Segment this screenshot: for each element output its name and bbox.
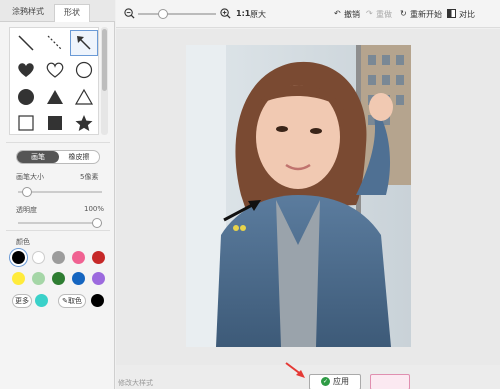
- tab-doodle-style[interactable]: 涂鸦样式: [4, 4, 52, 22]
- square-outline-shape-icon[interactable]: [12, 110, 40, 136]
- shape-grid: [9, 27, 99, 135]
- red-pointer-arrow-icon: [285, 362, 305, 378]
- opacity-value: 100%: [84, 205, 105, 213]
- arrow-shape-icon[interactable]: [70, 30, 98, 56]
- zoom-slider[interactable]: [138, 9, 216, 19]
- left-panel: 涂鸦样式 形状 画笔 橡皮擦 画笔大小 5像素 透明度 100% 颜色 更多 ✎…: [0, 0, 115, 389]
- shape-scrollbar[interactable]: [101, 27, 108, 135]
- color-swatch[interactable]: [35, 294, 48, 307]
- original-size-button[interactable]: 原大: [250, 9, 266, 20]
- divider: [6, 230, 110, 231]
- color-swatch[interactable]: [52, 272, 65, 285]
- color-swatch[interactable]: [12, 251, 25, 264]
- heart-filled-shape-icon[interactable]: [12, 57, 40, 83]
- zoom-in-icon[interactable]: [220, 8, 231, 19]
- restart-icon[interactable]: ↻: [400, 9, 407, 18]
- panel-tabs: 涂鸦样式 形状: [0, 0, 115, 22]
- heart-outline-shape-icon[interactable]: [41, 57, 69, 83]
- pen-mode-toggle[interactable]: 画笔 橡皮擦: [16, 150, 100, 164]
- cancel-button[interactable]: [370, 374, 410, 389]
- restart-button[interactable]: 重新开始: [410, 9, 442, 20]
- brush-size-slider-knob[interactable]: [22, 187, 32, 197]
- dashed-line-shape-icon[interactable]: [41, 30, 69, 56]
- color-label: 颜色: [16, 238, 30, 246]
- compare-icon[interactable]: [447, 9, 456, 18]
- redo-icon[interactable]: ↷: [366, 9, 373, 18]
- eraser-mode-button[interactable]: 橡皮擦: [59, 151, 99, 163]
- triangle-filled-shape-icon[interactable]: [41, 84, 69, 110]
- bottom-left-text: 修改大样式: [118, 379, 153, 387]
- compare-button[interactable]: 对比: [459, 9, 475, 20]
- circle-filled-shape-icon[interactable]: [12, 84, 40, 110]
- color-swatch[interactable]: [32, 272, 45, 285]
- color-swatch[interactable]: [52, 251, 65, 264]
- color-swatch[interactable]: [92, 272, 105, 285]
- triangle-outline-shape-icon[interactable]: [70, 84, 98, 110]
- opacity-slider-knob[interactable]: [92, 218, 102, 228]
- divider: [6, 142, 110, 143]
- undo-button[interactable]: 撤销: [344, 9, 360, 20]
- line-shape-icon[interactable]: [12, 30, 40, 56]
- star-filled-shape-icon[interactable]: [70, 110, 98, 136]
- color-swatch[interactable]: [92, 251, 105, 264]
- ratio-button[interactable]: 1:1: [236, 9, 250, 18]
- color-swatch[interactable]: [32, 251, 45, 264]
- color-swatch[interactable]: [72, 251, 85, 264]
- brush-size-value: 5像素: [80, 173, 99, 181]
- tab-shapes[interactable]: 形状: [54, 4, 90, 22]
- color-swatch[interactable]: [91, 294, 104, 307]
- color-picker-label: 取色: [67, 297, 82, 305]
- canvas-area: [116, 29, 500, 389]
- color-picker-button[interactable]: ✎取色: [58, 294, 86, 308]
- zoom-slider-knob[interactable]: [158, 9, 168, 19]
- scrollbar-thumb[interactable]: [102, 29, 107, 91]
- square-filled-shape-icon[interactable]: [41, 110, 69, 136]
- more-colors-button[interactable]: 更多: [12, 294, 32, 308]
- undo-icon[interactable]: ↶: [334, 9, 341, 18]
- bottom-bar: 修改大样式 ✓ 应用: [116, 362, 500, 389]
- color-swatch[interactable]: [72, 272, 85, 285]
- apply-button[interactable]: ✓ 应用: [309, 374, 361, 389]
- top-toolbar: 1:1 原大 ↶ 撤销 ↷ 重做 ↻ 重新开始 对比: [116, 0, 500, 28]
- color-swatch[interactable]: [12, 272, 25, 285]
- opacity-slider[interactable]: [18, 218, 102, 228]
- brush-size-slider[interactable]: [18, 187, 102, 197]
- check-icon: ✓: [321, 377, 330, 386]
- portrait-image: [186, 45, 411, 347]
- apply-label: 应用: [333, 377, 349, 386]
- redo-button[interactable]: 重做: [376, 9, 392, 20]
- opacity-label: 透明度: [16, 206, 37, 214]
- circle-outline-shape-icon[interactable]: [70, 57, 98, 83]
- pen-mode-button[interactable]: 画笔: [17, 151, 59, 163]
- brush-size-label: 画笔大小: [16, 173, 44, 181]
- zoom-out-icon[interactable]: [124, 8, 135, 19]
- edited-photo[interactable]: [186, 45, 411, 347]
